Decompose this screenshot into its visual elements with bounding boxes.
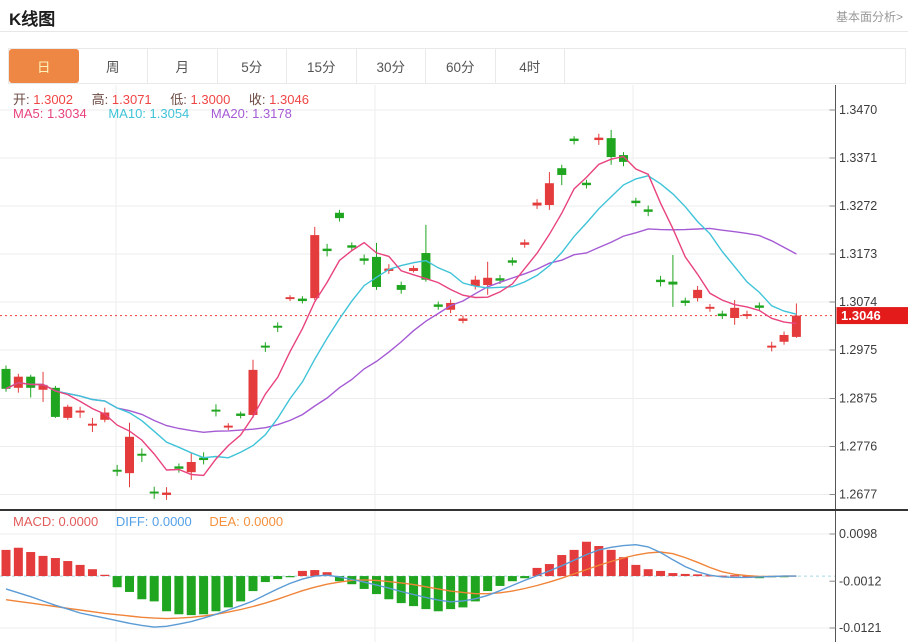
open-value: 1.3002 xyxy=(33,92,73,107)
svg-text:-0.0121: -0.0121 xyxy=(839,621,881,635)
ma10-legend: MA10: 1.3054 xyxy=(108,106,189,121)
svg-text:1.2677: 1.2677 xyxy=(839,488,877,502)
svg-text:1.2875: 1.2875 xyxy=(839,392,877,406)
svg-text:1.3470: 1.3470 xyxy=(839,103,877,117)
tab-day[interactable]: 日 xyxy=(9,49,79,83)
tab-month[interactable]: 月 xyxy=(148,49,218,83)
page-title: K线图 xyxy=(9,5,55,30)
close-value: 1.3046 xyxy=(269,92,309,107)
tab-4hour[interactable]: 4时 xyxy=(496,49,566,83)
low-value: 1.3000 xyxy=(191,92,231,107)
macd-value: MACD: 0.0000 xyxy=(13,514,98,529)
ma5-legend: MA5: 1.3034 xyxy=(13,106,87,121)
svg-text:0.0098: 0.0098 xyxy=(839,527,877,541)
svg-text:1.3173: 1.3173 xyxy=(839,247,877,261)
interval-tabbar: 日 周 月 5分 15分 30分 60分 4时 xyxy=(8,48,906,84)
macd-chart: 0.0098 -0.0012 -0.0121 xyxy=(0,511,908,642)
svg-text:1.2776: 1.2776 xyxy=(839,440,877,454)
svg-text:1.2975: 1.2975 xyxy=(839,343,877,357)
svg-text:1.3046: 1.3046 xyxy=(841,308,881,323)
tab-30min[interactable]: 30分 xyxy=(357,49,427,83)
ma20-legend: MA20: 1.3178 xyxy=(211,106,292,121)
tabbar-filler xyxy=(565,49,905,83)
price-chart: 1.34701.33711.32721.31731.30741.29751.28… xyxy=(0,85,908,511)
tab-5min[interactable]: 5分 xyxy=(218,49,288,83)
svg-text:1.3272: 1.3272 xyxy=(839,199,877,213)
high-value: 1.3071 xyxy=(112,92,152,107)
fundamental-analysis-link[interactable]: 基本面分析> xyxy=(836,8,903,25)
tab-60min[interactable]: 60分 xyxy=(426,49,496,83)
title-divider xyxy=(0,31,908,32)
svg-text:-0.0012: -0.0012 xyxy=(839,574,881,588)
tab-15min[interactable]: 15分 xyxy=(287,49,357,83)
open-label: 开: xyxy=(13,92,30,107)
low-label: 低: xyxy=(170,92,187,107)
tab-week[interactable]: 周 xyxy=(79,49,149,83)
svg-text:1.3371: 1.3371 xyxy=(839,151,877,165)
macd-legend: MACD: 0.0000 DIFF: 0.0000 DEA: 0.0000 xyxy=(13,514,283,529)
dea-value: DEA: 0.0000 xyxy=(209,514,283,529)
high-label: 高: xyxy=(92,92,109,107)
close-label: 收: xyxy=(249,92,266,107)
diff-value: DIFF: 0.0000 xyxy=(116,514,192,529)
ma-legend: MA5: 1.3034 MA10: 1.3054 MA20: 1.3178 xyxy=(13,106,292,121)
